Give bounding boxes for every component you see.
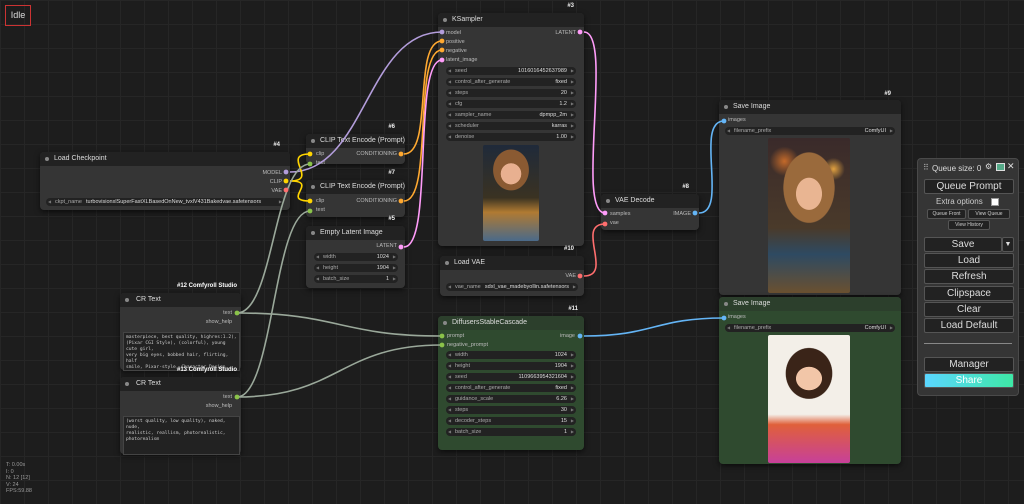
extra-options-label: Extra options <box>936 197 983 206</box>
connection-wire[interactable] <box>583 317 725 337</box>
socket-dot[interactable] <box>283 187 289 193</box>
menu-panel: ⠿ Queue size: 0 ⚙ ✕ Queue Prompt Extra o… <box>917 158 1019 396</box>
socket-dot[interactable] <box>398 151 404 157</box>
extra-options-checkbox[interactable] <box>991 198 999 206</box>
socket-dot[interactable] <box>307 151 313 157</box>
clipspace-button[interactable]: Clipspace <box>924 286 1014 301</box>
clear-button[interactable]: Clear <box>924 302 1014 317</box>
socket-dot[interactable] <box>307 208 313 214</box>
socket-dot[interactable] <box>439 38 445 44</box>
connection-wire[interactable] <box>236 163 311 314</box>
stat-line: FPS:59.88 <box>6 488 32 494</box>
view-history-button[interactable]: View History <box>948 220 990 230</box>
socket-dot[interactable] <box>721 315 727 321</box>
socket-dot[interactable] <box>439 333 445 339</box>
manager-button[interactable]: Manager <box>924 357 1014 372</box>
socket-dot[interactable] <box>398 198 404 204</box>
gear-icon[interactable]: ⚙ <box>985 162 992 171</box>
socket-dot[interactable] <box>602 221 608 227</box>
socket-dot[interactable] <box>234 310 240 316</box>
connection-wire[interactable] <box>289 180 311 202</box>
connection-wire[interactable] <box>289 31 443 173</box>
socket-dot[interactable] <box>577 333 583 339</box>
queue-size-label: Queue size: 0 <box>932 164 982 173</box>
socket-dot[interactable] <box>439 29 445 35</box>
save-button[interactable]: Save <box>924 237 1002 252</box>
stats-readout: T: 0.00s I: 0 N: 12 [12] V: 24 FPS:59.88 <box>6 462 32 495</box>
socket-dot[interactable] <box>234 394 240 400</box>
connection-wire[interactable] <box>236 344 443 398</box>
drag-handle-icon[interactable]: ⠿ <box>923 163 929 172</box>
queue-prompt-button[interactable]: Queue Prompt <box>924 179 1014 194</box>
image-icon[interactable] <box>996 163 1005 171</box>
load-button[interactable]: Load <box>924 253 1014 268</box>
share-button[interactable]: Share <box>924 373 1014 388</box>
socket-dot[interactable] <box>721 118 727 124</box>
save-dropdown-button[interactable]: ▼ <box>1002 237 1014 252</box>
load-default-button[interactable]: Load Default <box>924 318 1014 333</box>
view-queue-button[interactable]: View Queue <box>968 209 1010 219</box>
socket-dot[interactable] <box>602 210 608 216</box>
socket-dot[interactable] <box>307 198 313 204</box>
connection-wire[interactable] <box>583 223 606 277</box>
socket-dot[interactable] <box>577 273 583 279</box>
wire-layer <box>234 29 727 400</box>
stat-line: N: 12 [12] <box>6 475 30 481</box>
socket-dot[interactable] <box>283 169 289 175</box>
close-icon[interactable]: ✕ <box>1007 161 1015 172</box>
socket-dot[interactable] <box>439 57 445 63</box>
connection-wire[interactable] <box>698 120 725 214</box>
socket-dot[interactable] <box>398 244 404 250</box>
socket-dot[interactable] <box>692 210 698 216</box>
socket-dot[interactable] <box>283 178 289 184</box>
connection-wire[interactable] <box>583 31 606 214</box>
socket-dot[interactable] <box>439 47 445 53</box>
divider <box>924 343 1012 344</box>
queue-front-button[interactable]: Queue Front <box>927 209 966 219</box>
connection-wire[interactable] <box>403 49 443 202</box>
status-indicator: Idle <box>5 5 31 26</box>
socket-dot[interactable] <box>439 342 445 348</box>
socket-dot[interactable] <box>577 29 583 35</box>
socket-dot[interactable] <box>307 161 313 167</box>
refresh-button[interactable]: Refresh <box>924 269 1014 284</box>
